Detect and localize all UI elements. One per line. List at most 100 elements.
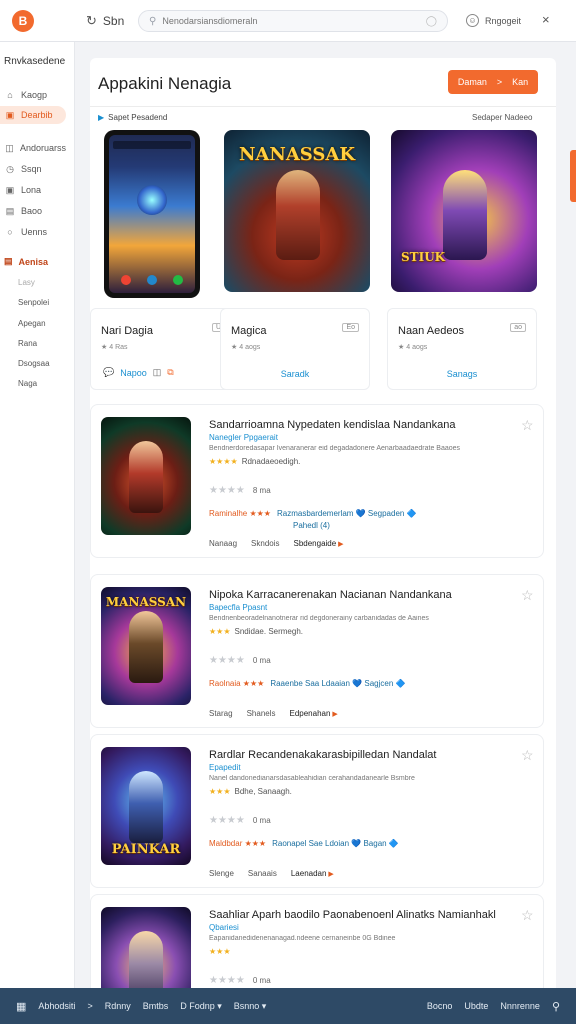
item-action[interactable]: Slenge xyxy=(209,869,234,878)
item-developer[interactable]: Bapecfla Ppasnt xyxy=(209,603,267,612)
item-action[interactable]: Skndois xyxy=(251,539,279,548)
item-rating: ★★★★ 8 ma xyxy=(209,485,271,496)
search-icon[interactable]: ⚲ xyxy=(552,1000,560,1013)
back-button[interactable]: ↻ Sbn xyxy=(86,13,124,29)
sidebar-item-recent[interactable]: ◷ Ssqn xyxy=(4,160,66,178)
account-menu[interactable]: ☺ Rngogeit xyxy=(466,14,521,27)
featured-card[interactable]: Nari Dagia Uo ★ 4 Ras 💬 Napoo ◫ ⧉ xyxy=(90,130,240,390)
sidebar-subitem[interactable]: Naga xyxy=(18,379,37,388)
install-icon[interactable]: ⧉ xyxy=(167,367,173,378)
featured-card[interactable]: NANASSAK Magica Eo ★ 4 aogs Saradk xyxy=(220,130,370,390)
item-title[interactable]: Saahliar Aparh baodilo Paonabenoenl Alin… xyxy=(209,909,496,921)
game-thumbnail xyxy=(101,417,191,535)
item-tags: ★★★ xyxy=(209,947,231,956)
bottom-nav-item[interactable]: Nnnrenne xyxy=(500,1001,540,1011)
favorite-star-icon[interactable]: ☆ xyxy=(521,587,534,604)
cta-label: Daman xyxy=(457,77,487,87)
featured-action[interactable]: Saradk xyxy=(221,369,369,379)
refresh-icon: ↻ xyxy=(86,13,97,28)
promo-label: Maldbdar ★★★ xyxy=(209,839,267,848)
sidebar-item-apps[interactable]: ◫ Andoruarss xyxy=(4,139,66,157)
featured-action[interactable]: Napoo xyxy=(120,368,147,378)
app-logo-icon[interactable]: B xyxy=(12,10,34,32)
sidebar-subitem[interactable]: Rana xyxy=(18,339,37,348)
sidebar-heading: Rnvkasedene xyxy=(4,56,66,67)
grid-icon[interactable]: ▦ xyxy=(16,1000,26,1013)
item-promo: Maldbdar ★★★ Raonapel Sae Ldoian 💙 Bagan… xyxy=(209,839,399,848)
thumbnail-logo-text: MANASSAN xyxy=(105,595,187,609)
primary-cta-button[interactable]: Daman > Kan xyxy=(448,70,538,94)
scrollbar-thumb[interactable] xyxy=(570,150,576,202)
mic-icon[interactable]: ◯ xyxy=(426,16,437,27)
item-developer[interactable]: Qbariesi xyxy=(209,923,239,932)
bottom-nav-item[interactable]: Abhodsiti xyxy=(38,1001,75,1011)
bottom-nav-item[interactable]: Bocno xyxy=(427,1001,453,1011)
item-tags: ★★★★ Rdnadaeoedigh. xyxy=(209,457,300,466)
game-logo-text: STIUK xyxy=(401,250,446,264)
item-action-more[interactable]: Sbdengaide xyxy=(294,539,344,548)
promo-note: Razmasbardemerlam 💙 Segpaden 🔷 xyxy=(276,509,417,518)
item-actions: Slenge Sanaais Laenadan xyxy=(209,869,334,878)
sidebar-item-library[interactable]: ▣ Lona xyxy=(4,181,66,199)
bottom-nav-dropdown[interactable]: Bsnno ▾ xyxy=(234,1001,267,1012)
sidebar-item-users[interactable]: ○ Uenns xyxy=(4,223,66,241)
item-title[interactable]: Nipoka Karracanerenakan Nacianan Nandank… xyxy=(209,589,452,601)
thumbnail-logo-text: PAINKAR xyxy=(111,842,181,857)
featured-rating: ★ 4 Ras xyxy=(101,344,128,351)
favorite-star-icon[interactable]: ☆ xyxy=(521,907,534,924)
bottom-nav-item[interactable]: Ubdte xyxy=(464,1001,488,1011)
sidebar-item-books[interactable]: ▤ Baoo xyxy=(4,202,66,220)
favorite-star-icon[interactable]: ☆ xyxy=(521,417,534,434)
chat-icon[interactable]: 💬 xyxy=(103,367,114,378)
item-action[interactable]: Shanels xyxy=(247,709,276,718)
list-item[interactable]: PAINKAR Rardlar Recandenakakarasbipilled… xyxy=(90,734,544,888)
search-input[interactable] xyxy=(162,16,420,26)
item-action-more[interactable]: Laenadan xyxy=(291,869,334,878)
item-developer[interactable]: Epapedit xyxy=(209,763,241,772)
grid-icon: ▣ xyxy=(5,184,15,195)
item-developer[interactable]: Nanegler Ppgaerait xyxy=(209,433,278,442)
sidebar-subitem[interactable]: Senpolei xyxy=(18,298,49,307)
item-action[interactable]: Sanaais xyxy=(248,869,277,878)
cta-extra: Kan xyxy=(512,77,529,87)
chevron-right-icon: > xyxy=(496,77,503,87)
item-title[interactable]: Rardlar Recandenakakarasbipilledan Nanda… xyxy=(209,749,436,761)
rating-count: 8 ma xyxy=(252,486,271,495)
promo-note: Raonapel Sae Ldoian 💙 Bagan 🔷 xyxy=(272,839,399,848)
featured-action[interactable]: Sanags xyxy=(388,369,536,379)
sidebar-subitem[interactable]: Dsogsaa xyxy=(18,359,50,368)
item-action[interactable]: Starag xyxy=(209,709,233,718)
sidebar-subitem[interactable]: Apegan xyxy=(18,319,46,328)
sidebar-item-label: Dearbib xyxy=(21,110,53,120)
close-icon[interactable]: × xyxy=(542,12,550,27)
promo-label: Raolnaia ★★★ xyxy=(209,679,265,688)
item-promo: Raminalhe ★★★ Razmasbardemerlam 💙 Segpad… xyxy=(209,509,417,518)
list-item[interactable]: Sandarrioamna Nypedaten kendislaa Nandan… xyxy=(90,404,544,558)
page-title: Appakini Nenagia xyxy=(98,74,232,93)
rating-count: 0 ma xyxy=(252,816,271,825)
sidebar-section-header[interactable]: ▤ Aenisa xyxy=(4,256,48,267)
item-action-more[interactable]: Edpenahan xyxy=(290,709,338,718)
item-rating: ★★★★ 0 ma xyxy=(209,975,271,986)
see-all-link[interactable]: Sedaper Nadeeo xyxy=(472,113,533,122)
star-icon: ★★★ xyxy=(209,627,231,636)
sidebar-item-store[interactable]: ▣ Dearbib xyxy=(0,106,66,124)
age-badge: Eo xyxy=(342,323,359,332)
item-title[interactable]: Sandarrioamna Nypedaten kendislaa Nandan… xyxy=(209,419,455,431)
favorite-star-icon[interactable]: ☆ xyxy=(521,747,534,764)
item-action[interactable]: Nanaag xyxy=(209,539,237,548)
share-icon[interactable]: ◫ xyxy=(153,367,162,378)
sidebar-item-home[interactable]: ⌂ Kaogp xyxy=(4,86,66,104)
item-description: Bendnenbeoradelnanotnerar rid degdonerai… xyxy=(209,615,429,622)
promo-note: Raaenbe Saa Ldaaian 💙 Sagjcen 🔷 xyxy=(270,679,406,688)
sidebar-subitem[interactable]: Lasy xyxy=(18,278,35,287)
search-bar[interactable]: ⚲ ◯ xyxy=(138,10,448,32)
list-item[interactable]: MANASSAN Nipoka Karracanerenakan Naciana… xyxy=(90,574,544,728)
sidebar: Rnvkasedene ⌂ Kaogp ▣ Dearbib ◫ Andoruar… xyxy=(0,42,75,988)
bottom-nav-item[interactable]: Rdnny xyxy=(105,1001,131,1011)
search-icon: ⚲ xyxy=(149,15,157,27)
bottom-nav-item[interactable]: Bmtbs xyxy=(143,1001,169,1011)
section-label: ▶ Sapet Pesadend xyxy=(98,113,167,122)
featured-card[interactable]: STIUK Naan Aedeos ao ★ 4 aogs Sanags xyxy=(387,130,537,390)
bottom-nav-dropdown[interactable]: D Fodnp ▾ xyxy=(180,1001,222,1012)
